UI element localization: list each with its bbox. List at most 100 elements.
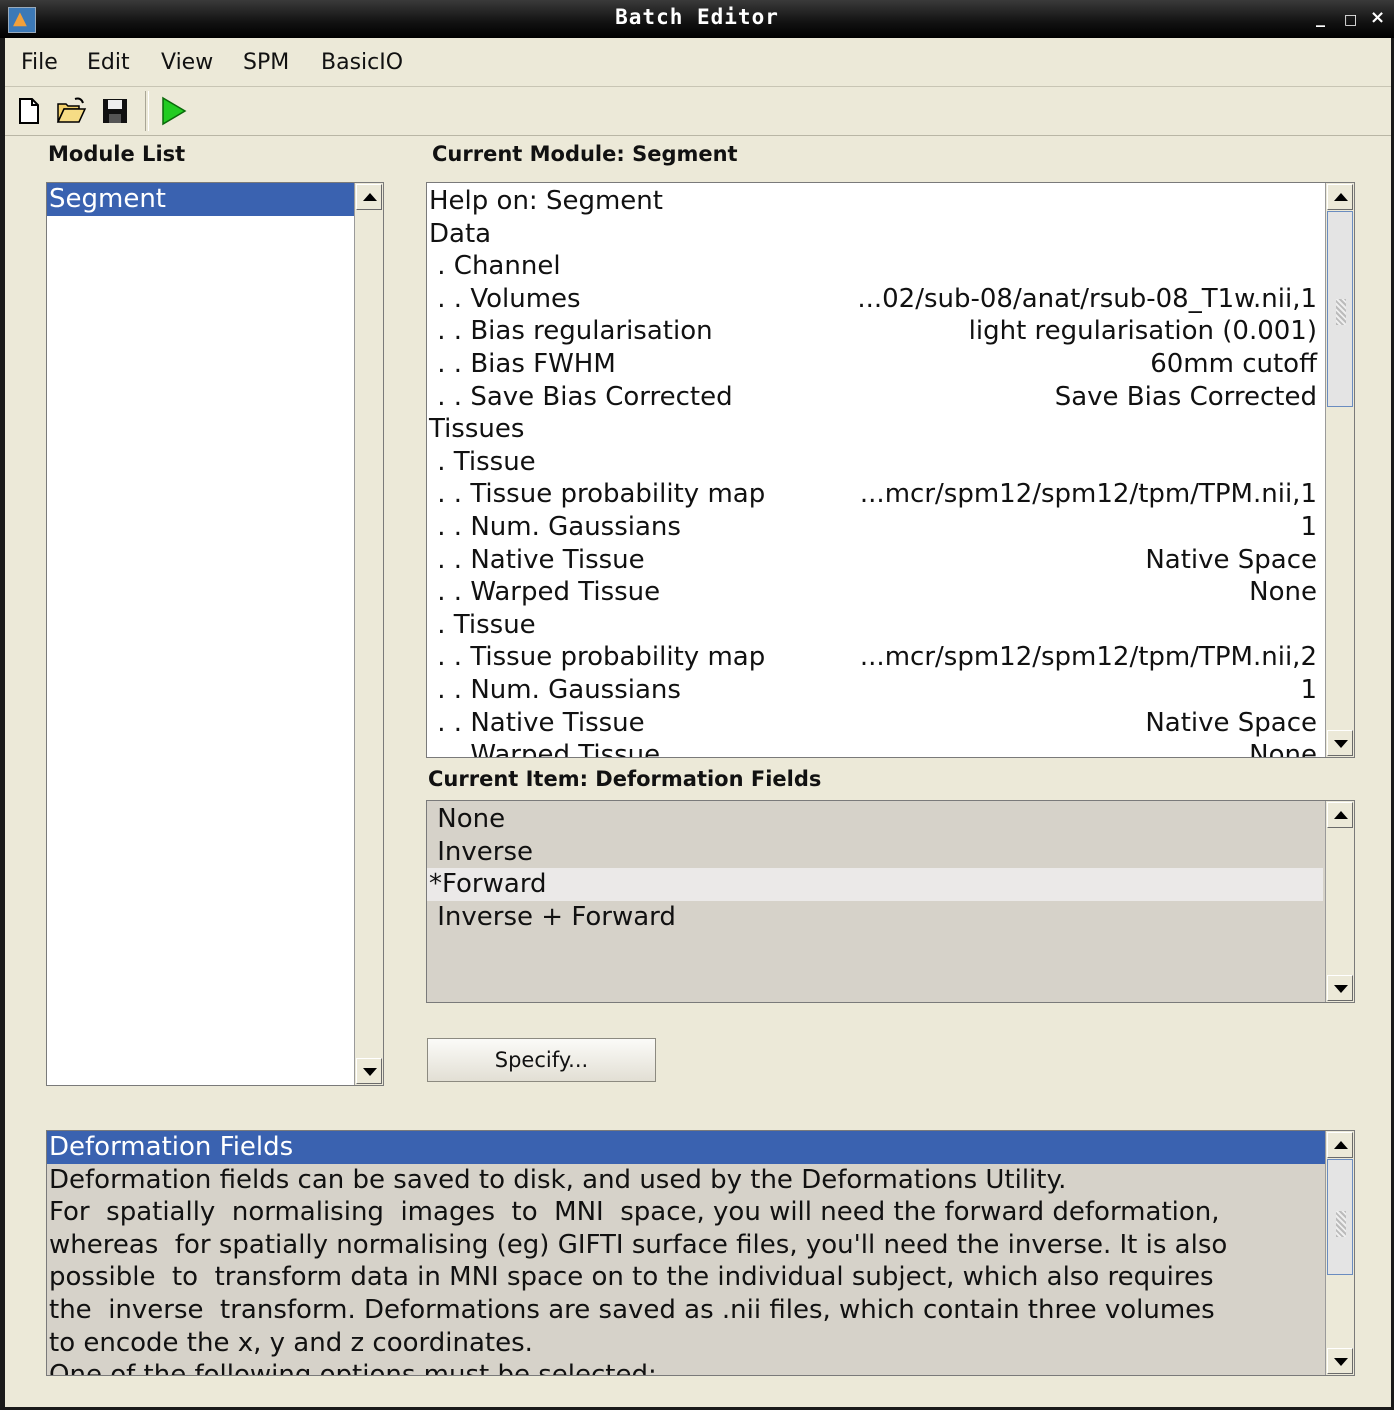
current-item-list[interactable]: None Inverse *Forward Inverse + Forward [426, 800, 1355, 1003]
run-icon[interactable] [157, 95, 189, 127]
module-row-label: . . Bias regularisation [429, 316, 713, 347]
module-row-label: . Tissue [429, 446, 536, 477]
up-arrow-icon [1334, 811, 1348, 819]
module-row[interactable]: . Tissue [427, 446, 1323, 479]
help-line: One of the following options must be sel… [49, 1360, 657, 1376]
module-row-label: . . Bias FWHM [429, 348, 616, 379]
save-icon[interactable] [99, 95, 131, 127]
module-row[interactable]: . . Bias FWHM 60mm cutoff [427, 348, 1323, 381]
item-option[interactable]: None [427, 803, 1323, 836]
module-row-label: . . Native Tissue [429, 707, 645, 738]
scroll-up-button[interactable] [356, 184, 382, 210]
module-row-label: . . Tissue probability map [429, 479, 766, 510]
current-module-list[interactable]: Help on: Segment Data . Channel . . Volum… [426, 182, 1355, 758]
module-row-label: . . Num. Gaussians [429, 674, 681, 705]
scroll-thumb[interactable] [1327, 1159, 1353, 1275]
down-arrow-icon [1334, 740, 1348, 748]
module-row-label: . Channel [429, 251, 561, 282]
module-row[interactable]: . . Tissue probability map ...mcr/spm12/s… [427, 641, 1323, 674]
module-row-label: Help on: Segment [429, 186, 663, 216]
scroll-down-button[interactable] [1327, 975, 1353, 1001]
scroll-down-button[interactable] [356, 1058, 382, 1084]
module-row[interactable]: . . Tissue probability map ...mcr/spm12/s… [427, 478, 1323, 511]
up-arrow-icon [363, 193, 377, 201]
scroll-up-button[interactable] [1327, 1132, 1353, 1158]
current-module-scrollbar[interactable] [1325, 183, 1354, 757]
module-row-value: ...mcr/spm12/spm12/tpm/TPM.nii,2 [859, 642, 1317, 673]
module-row-label: . . Warped Tissue [429, 740, 661, 758]
menu-basicio[interactable]: BasicIO [321, 50, 403, 75]
module-row-value: 60mm cutoff [1150, 348, 1317, 379]
module-row-label: . . Volumes [429, 283, 581, 314]
module-row[interactable]: . . Warped Tissue None [427, 576, 1323, 609]
up-arrow-icon [1334, 193, 1348, 201]
maximize-button[interactable]: □ [1344, 10, 1357, 30]
module-row[interactable]: . . Num. Gaussians 1 [427, 674, 1323, 707]
module-list-scrollbar[interactable] [354, 183, 383, 1085]
module-row[interactable]: . . Save Bias Corrected Save Bias Correct… [427, 381, 1323, 414]
toolbar [5, 87, 1391, 136]
scroll-up-button[interactable] [1327, 184, 1353, 210]
module-row-label: . . Tissue probability map [429, 642, 766, 673]
help-panel[interactable]: Deformation Fields Deformation fields ca… [46, 1130, 1355, 1376]
current-item-scrollbar[interactable] [1325, 801, 1354, 1002]
current-module-label: Current Module: Segment [432, 142, 738, 166]
module-row[interactable]: . . Native Tissue Native Space [427, 544, 1323, 577]
menu-file[interactable]: File [21, 50, 58, 75]
module-list-label: Module List [48, 142, 186, 166]
current-item-label: Current Item: Deformation Fields [428, 767, 822, 791]
module-row[interactable]: . . Warped Tissue None [427, 739, 1323, 758]
module-row-label: . . Save Bias Corrected [429, 381, 733, 412]
window-title: Batch Editor [615, 5, 779, 29]
module-row-label: Tissues [429, 414, 525, 445]
item-option[interactable]: Inverse [427, 836, 1323, 869]
module-row-value: Native Space [1145, 707, 1317, 738]
menu-view[interactable]: View [161, 50, 213, 75]
module-row[interactable]: . . Bias regularisation light regularisat… [427, 315, 1323, 348]
module-row-label: . Tissue [429, 609, 536, 640]
menu-edit[interactable]: Edit [87, 50, 130, 75]
help-line: the inverse transform. Deformations are … [49, 1294, 1215, 1325]
minimize-button[interactable]: _ [1316, 8, 1325, 28]
module-row-label: . . Warped Tissue [429, 577, 661, 608]
module-row-value: ...mcr/spm12/spm12/tpm/TPM.nii,1 [859, 479, 1317, 510]
help-scrollbar[interactable] [1325, 1131, 1354, 1375]
module-row[interactable]: Help on: Segment [427, 185, 1323, 218]
module-row-value: Native Space [1145, 544, 1317, 575]
down-arrow-icon [1334, 985, 1348, 993]
module-row-label: . . Num. Gaussians [429, 511, 681, 542]
module-row[interactable]: . . Volumes ...02/sub-08/anat/rsub-08_T1w… [427, 283, 1323, 316]
module-row[interactable]: . Channel [427, 250, 1323, 283]
item-option[interactable]: *Forward [427, 868, 1323, 901]
module-row[interactable]: Tissues [427, 413, 1323, 446]
help-text: Deformation fields can be saved to disk,… [47, 1164, 1325, 1376]
module-row[interactable]: . . Num. Gaussians 1 [427, 511, 1323, 544]
module-row-value: None [1249, 577, 1317, 608]
title-bar: ▲ Batch Editor _ □ × [0, 0, 1394, 38]
down-arrow-icon [363, 1068, 377, 1076]
menu-spm[interactable]: SPM [243, 50, 289, 75]
module-rows: Help on: Segment Data . Channel . . Volum… [427, 185, 1323, 758]
module-row[interactable]: Data [427, 218, 1323, 251]
new-file-icon[interactable] [13, 95, 45, 127]
scroll-down-button[interactable] [1327, 730, 1353, 756]
menubar: File Edit View SPM BasicIO [5, 38, 1391, 87]
module-list-item[interactable]: Segment [47, 183, 355, 216]
module-list[interactable]: Segment [46, 182, 384, 1086]
toolbar-separator [145, 91, 149, 131]
module-row-value: 1 [1300, 674, 1317, 705]
close-button[interactable]: × [1370, 8, 1385, 28]
module-row-label: . . Native Tissue [429, 544, 645, 575]
scroll-thumb[interactable] [1327, 211, 1353, 407]
specify-button[interactable]: Specify... [427, 1038, 656, 1082]
item-option[interactable]: Inverse + Forward [427, 901, 1323, 934]
help-line: whereas for spatially normalising (eg) G… [49, 1229, 1228, 1260]
scroll-up-button[interactable] [1327, 802, 1353, 828]
scroll-down-button[interactable] [1327, 1348, 1353, 1374]
module-row[interactable]: . . Native Tissue Native Space [427, 707, 1323, 740]
open-folder-icon[interactable] [55, 95, 87, 127]
help-line: to encode the x, y and z coordinates. [49, 1327, 533, 1358]
module-row-value: light regularisation (0.001) [968, 316, 1317, 347]
module-row[interactable]: . Tissue [427, 609, 1323, 642]
module-row-value: None [1249, 740, 1317, 758]
